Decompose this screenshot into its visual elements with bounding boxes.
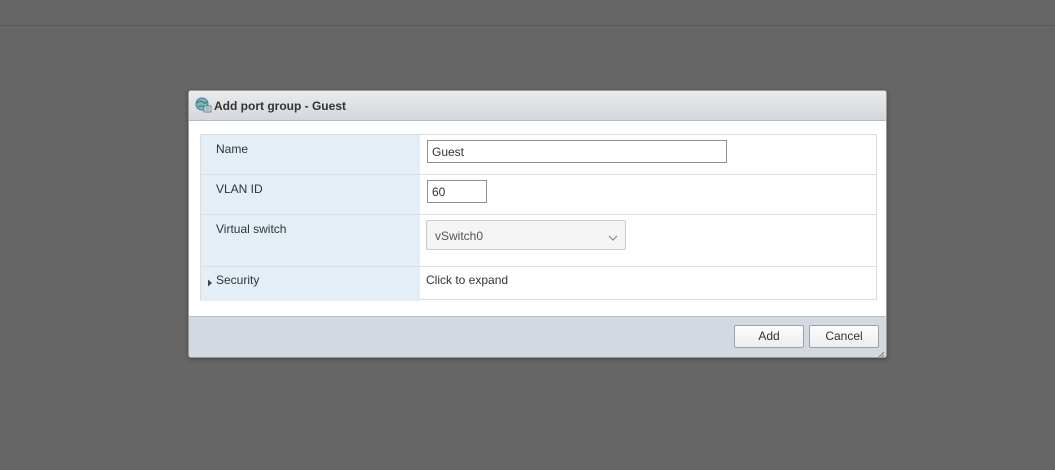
vlan-id-label: VLAN ID — [216, 182, 263, 196]
top-bar — [0, 0, 1055, 26]
security-value-cell: Click to expand — [420, 267, 876, 301]
name-input[interactable] — [427, 140, 727, 163]
virtual-switch-selected-value: vSwitch0 — [435, 229, 484, 243]
security-row[interactable]: Security Click to expand — [201, 267, 876, 301]
expand-arrow-icon[interactable] — [207, 276, 213, 287]
port-group-form: Name VLAN ID Virtual switch vSwitch0 — [200, 134, 877, 301]
virtual-switch-label: Virtual switch — [216, 222, 287, 236]
name-label-cell: Name — [201, 135, 420, 174]
security-label-cell: Security — [201, 267, 420, 301]
add-button[interactable]: Add — [734, 325, 804, 348]
virtual-switch-row: Virtual switch vSwitch0 — [201, 215, 876, 267]
security-expand-link[interactable]: Click to expand — [426, 273, 508, 287]
virtual-switch-select[interactable]: vSwitch0 — [426, 220, 626, 250]
dialog-title: Add port group - Guest — [214, 99, 346, 113]
virtual-switch-value-cell: vSwitch0 — [420, 215, 876, 266]
vlan-id-input[interactable] — [427, 180, 487, 203]
resize-grip-icon[interactable] — [877, 348, 885, 357]
name-label: Name — [216, 142, 249, 156]
vlan-id-row: VLAN ID — [201, 175, 876, 215]
name-row: Name — [201, 135, 876, 175]
vlan-id-label-cell: VLAN ID — [201, 175, 420, 214]
dialog-titlebar[interactable]: Add port group - Guest — [189, 91, 886, 121]
vlan-id-value-cell — [420, 175, 876, 214]
cancel-button[interactable]: Cancel — [809, 325, 879, 348]
network-portgroup-icon — [194, 97, 212, 113]
add-port-group-dialog: Add port group - Guest Name VLAN ID Virt… — [188, 90, 887, 358]
name-value-cell — [420, 135, 876, 174]
dialog-footer: Add Cancel — [189, 316, 886, 357]
virtual-switch-label-cell: Virtual switch — [201, 215, 420, 266]
chevron-down-icon — [607, 231, 619, 241]
security-label: Security — [216, 273, 260, 287]
